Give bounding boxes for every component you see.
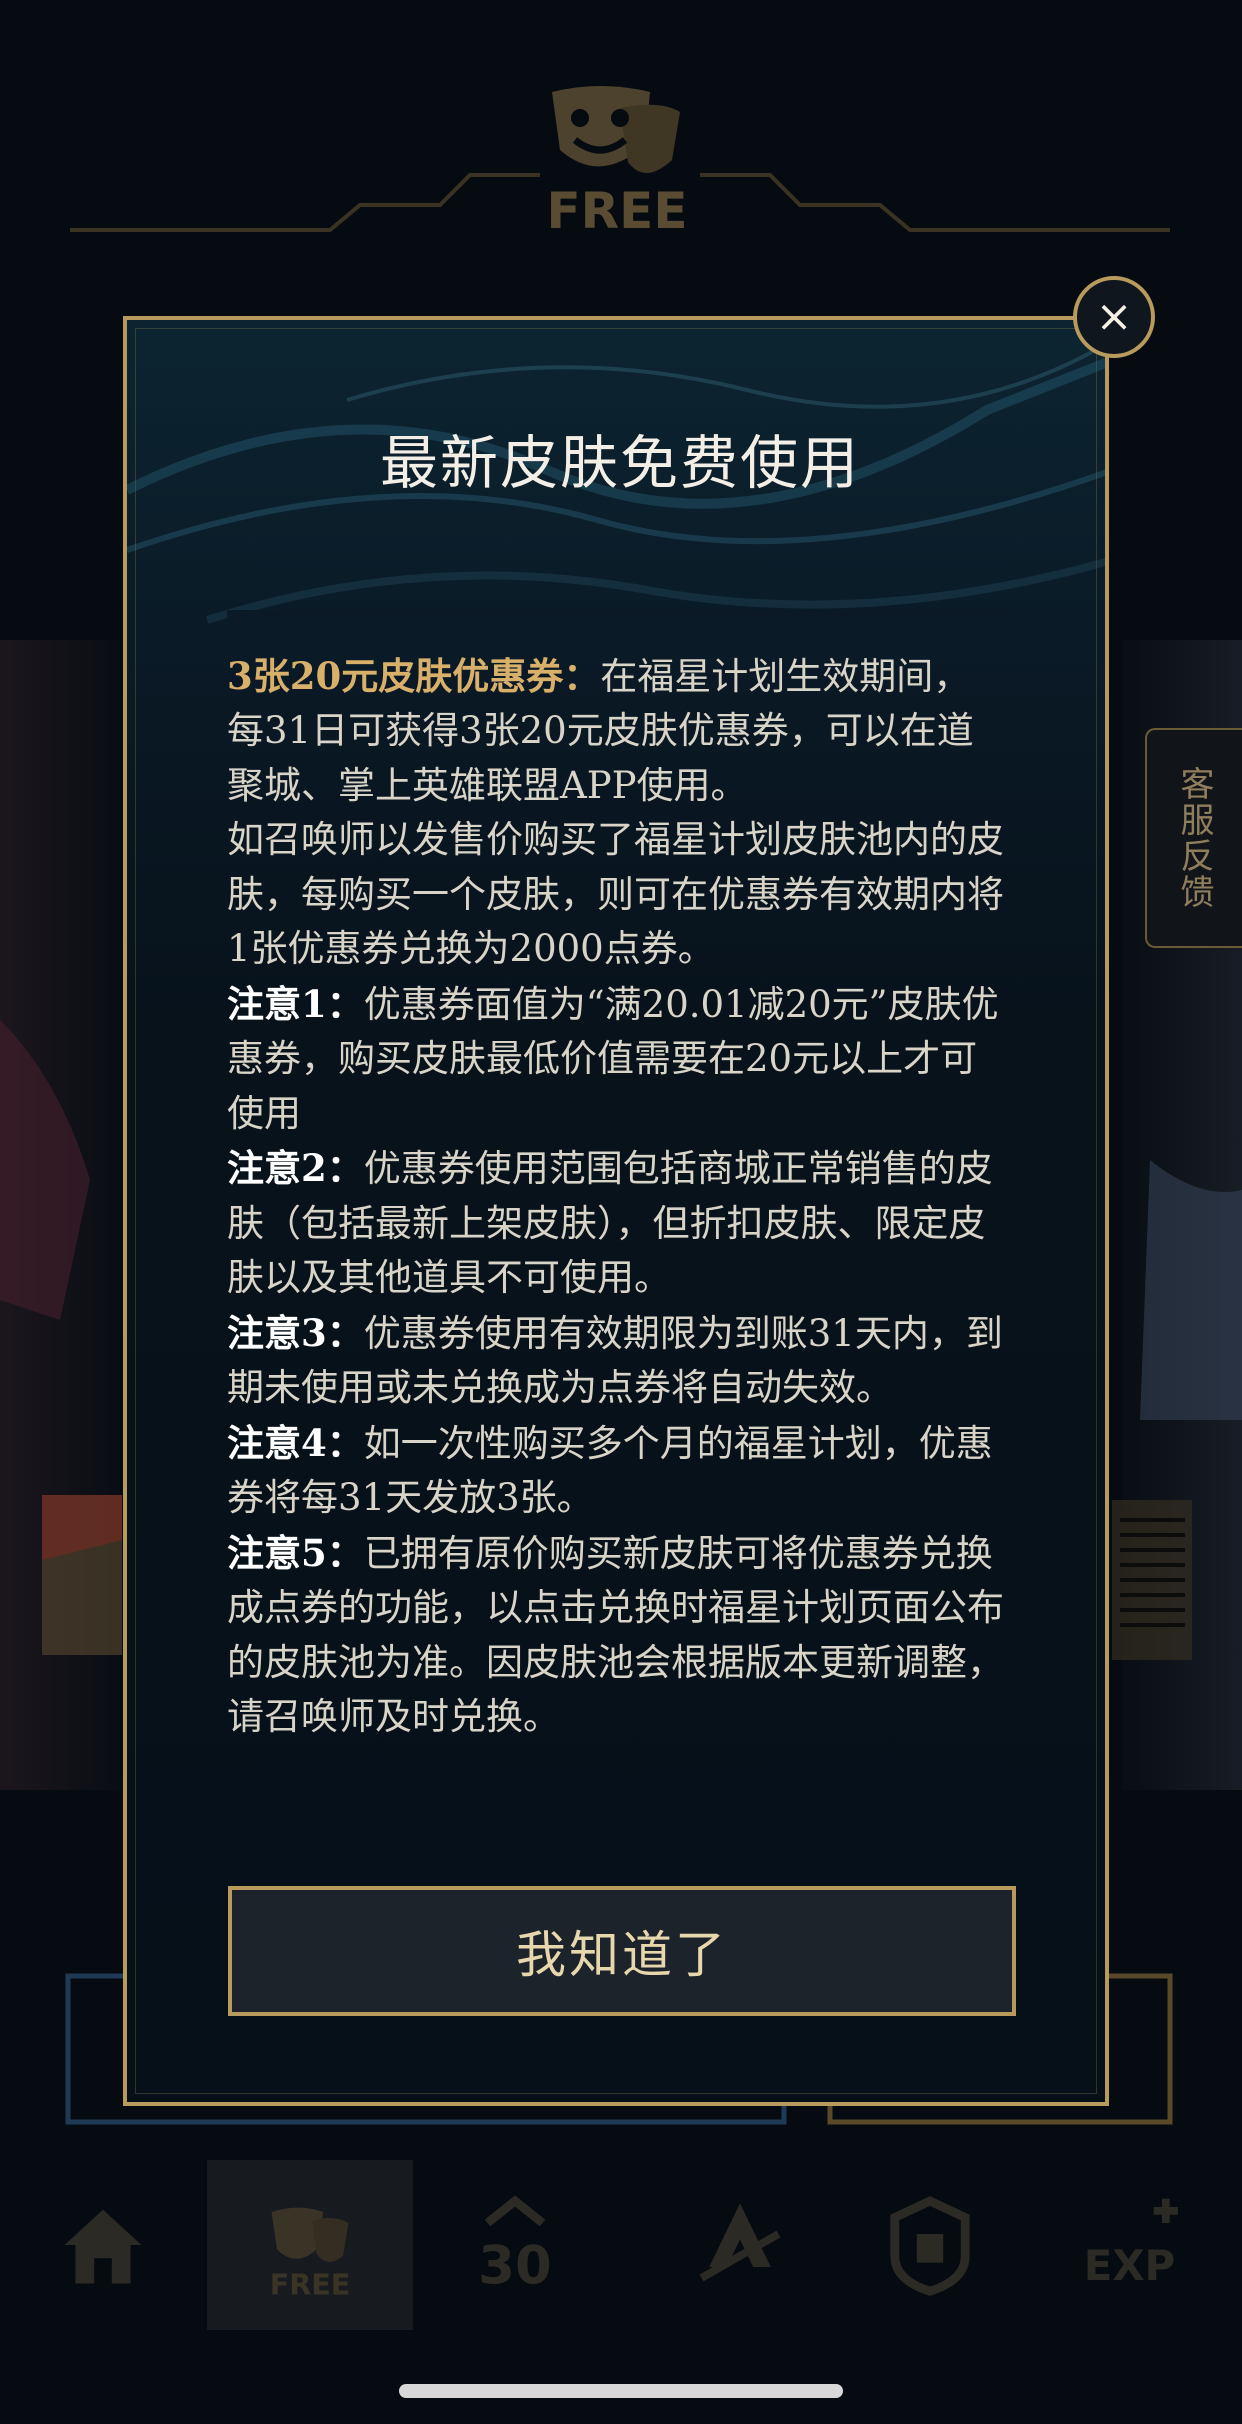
nav-free-label: FREE — [270, 2268, 351, 2301]
note-4: 注意4：如一次性购买多个月的福星计划，优惠券将每31天发放3张。 — [227, 1416, 1007, 1526]
note-1-label: 注意1： — [227, 981, 364, 1026]
modal-content: 天。 3张20元皮肤优惠券：在福星计划生效期间，每31日可获得3张20元皮肤优惠… — [227, 610, 1007, 1745]
nav-exp[interactable]: EXP — [1040, 2160, 1230, 2330]
modal-content-scroll[interactable]: 天。 3张20元皮肤优惠券：在福星计划生效期间，每31日可获得3张20元皮肤优惠… — [227, 610, 1007, 1820]
coupon-paragraph: 3张20元皮肤优惠券：在福星计划生效期间，每31日可获得3张20元皮肤优惠券，可… — [227, 649, 1007, 814]
bottom-nav: FREE 30 EXP — [0, 2160, 1242, 2345]
exp-boost-icon: EXP — [1084, 2198, 1178, 2290]
note-3: 注意3：优惠券使用有效期限为到账31天内，到期未使用或未兑换成为点券将自动失效。 — [227, 1306, 1007, 1416]
note-3-label: 注意3： — [227, 1310, 364, 1355]
nav-level-30[interactable]: 30 — [420, 2160, 610, 2330]
nav-exp-label: EXP — [1084, 2241, 1175, 2290]
note-5: 注意5：已拥有原价购买新皮肤可将优惠券兑换成点券的功能，以点击兑换时福星计划页面… — [227, 1526, 1007, 1745]
home-icon — [64, 2209, 142, 2284]
champion-icon — [699, 2203, 781, 2282]
customer-feedback-tab[interactable]: 客服反馈 — [1145, 728, 1242, 948]
confirm-button[interactable]: 我知道了 — [228, 1886, 1016, 2016]
note-1: 注意1：优惠券面值为“满20.01减20元”皮肤优惠券，购买皮肤最低价值需要在2… — [227, 977, 1007, 1142]
level-30-icon: 30 — [478, 2195, 552, 2297]
modal-title: 最新皮肤免费使用 — [379, 429, 860, 497]
nav-champion[interactable] — [645, 2160, 835, 2330]
coupon-title: 3张20元皮肤优惠券： — [227, 653, 601, 698]
home-indicator — [399, 2384, 843, 2398]
note-5-label: 注意5： — [227, 1530, 364, 1575]
close-icon: × — [1095, 291, 1133, 342]
note-4-label: 注意4： — [227, 1420, 364, 1465]
note-2: 注意2：优惠券使用范围包括商城正常销售的皮肤（包括最新上架皮肤），但折扣皮肤、限… — [227, 1141, 1007, 1306]
nav-home[interactable] — [8, 2160, 198, 2330]
free-mask-icon: FREE — [270, 2207, 351, 2301]
nav-30-label: 30 — [478, 2236, 551, 2297]
content-top-fade — [227, 610, 1007, 660]
rank-shield-icon — [890, 2196, 970, 2296]
skin-free-use-modal: 最新皮肤免费使用 天。 3张20元皮肤优惠券：在福星计划生效期间，每31日可获得… — [123, 316, 1109, 2106]
feedback-tab-label: 客服反馈 — [1174, 766, 1214, 910]
header-logo-text: FREE — [547, 182, 688, 240]
close-button[interactable]: × — [1073, 276, 1155, 358]
nav-free[interactable]: FREE — [207, 2160, 413, 2330]
exchange-paragraph: 如召唤师以发售价购买了福星计划皮肤池内的皮肤，每购买一个皮肤，则可在优惠券有效期… — [227, 818, 1004, 970]
nav-rank[interactable] — [835, 2160, 1025, 2330]
note-2-label: 注意2： — [227, 1146, 364, 1190]
